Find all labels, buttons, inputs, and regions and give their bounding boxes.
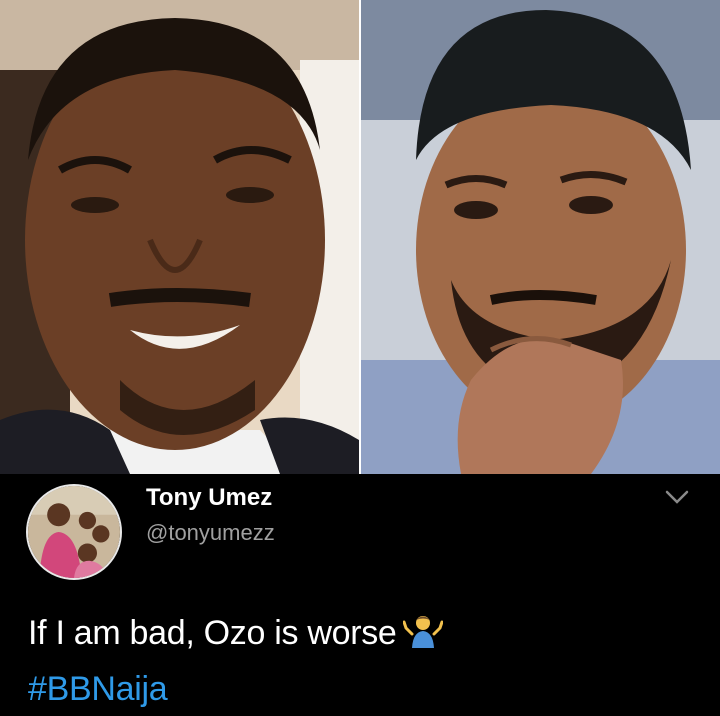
tweet-text: If I am bad, Ozo is worse [28,614,397,652]
right-photo [361,0,720,474]
avatar[interactable] [26,484,122,580]
hashtag-link[interactable]: #BBNaija [28,670,168,709]
man-shrugging-emoji [402,616,443,648]
left-photo [0,0,359,474]
tweet-text-line: If I am bad, Ozo is worse [28,614,443,653]
tweet-card: Tony Umez @tonyumezz If I am bad, Ozo is… [0,474,720,716]
chevron-down-icon[interactable] [664,488,690,506]
photo-collage [0,0,720,474]
display-name[interactable]: Tony Umez [146,484,272,512]
handle[interactable]: @tonyumezz [146,520,275,546]
